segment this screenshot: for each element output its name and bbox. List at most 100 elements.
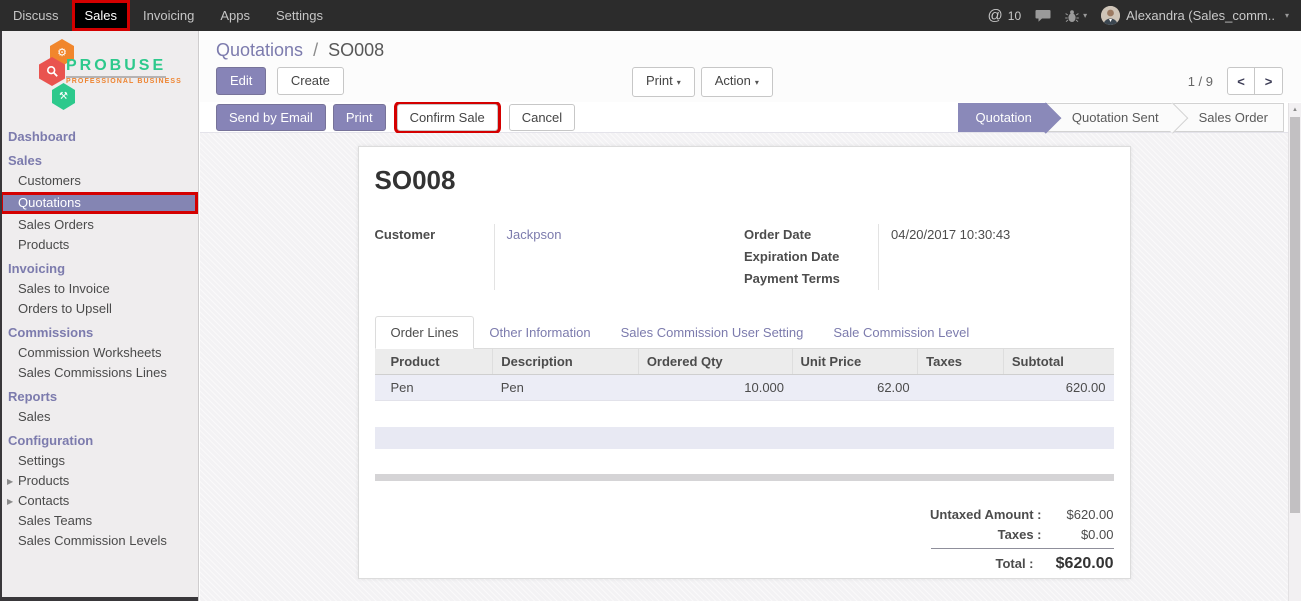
nav-item-settings[interactable]: Settings [263,0,336,31]
column-header-ordered-qty: Ordered Qty [638,349,792,375]
print-button[interactable]: Print [333,104,386,131]
caret-down-icon: ▾ [1083,11,1087,20]
cell-product: Pen [375,375,493,401]
avatar [1101,6,1120,25]
sidebar-item-sales[interactable]: Sales [0,151,198,171]
column-header-taxes: Taxes [918,349,1004,375]
quotation-form-sheet: SO008 Customer Jackpson Order Date E [358,146,1131,579]
action-menus: Print ▾ Action▾ [632,67,773,97]
sidebar-item-label: Products [18,473,69,488]
sidebar-item-configuration[interactable]: Configuration [0,431,198,451]
vertical-scrollbar[interactable]: ▲ [1288,103,1301,601]
caret-down-icon: ▾ [677,78,681,87]
customer-value-link[interactable]: Jackpson [507,224,745,246]
bug-icon [1065,9,1079,23]
window-edge [0,31,2,601]
debug-menu[interactable]: ▾ [1065,9,1087,23]
stage-quotation[interactable]: Quotation [958,103,1047,132]
sidebar-item-orders-to-upsell[interactable]: Orders to Upsell [0,299,198,319]
magnifier-icon [46,65,59,78]
expiration-date-label: Expiration Date [744,246,878,268]
action-menu-label: Action [715,73,751,88]
total-label: Total : [995,552,1033,575]
logo-title: PROBUSE [66,57,166,78]
sidebar-item-sales-orders[interactable]: Sales Orders [0,215,198,235]
nav-item-invoicing[interactable]: Invoicing [130,0,207,31]
scroll-up-button[interactable]: ▲ [1289,103,1301,117]
nav-item-sales[interactable]: Sales [72,0,131,31]
logo-text: PROBUSE PROFESSIONAL BUSINESS [66,57,182,85]
send-by-email-button[interactable]: Send by Email [216,104,326,131]
messages-menu[interactable] [1035,9,1051,23]
print-menu-button[interactable]: Print ▾ [632,67,695,97]
form-statusbar: Send by Email Print Confirm Sale Cancel … [200,102,1301,133]
table-header-row: Product Description Ordered Qty Unit Pri… [375,349,1114,375]
untaxed-amount-label: Untaxed Amount : [930,505,1041,525]
sidebar-item-reports[interactable]: Reports [0,387,198,407]
payment-terms-label: Payment Terms [744,268,878,290]
nav-item-apps[interactable]: Apps [207,0,263,31]
total-value: $620.00 [1034,552,1114,575]
sidebar-item-invoicing[interactable]: Invoicing [0,259,198,279]
sidebar-item-config-contacts[interactable]: ▶ Contacts [0,491,198,511]
totals-separator [931,548,1114,549]
sidebar-item-settings[interactable]: Settings [0,451,198,471]
user-menu[interactable]: Alexandra (Sales_comm.. ▾ [1101,6,1289,25]
breadcrumb-separator: / [313,40,318,60]
record-pager: 1 / 9 < > [1188,67,1283,95]
expand-caret-icon[interactable]: ▶ [7,475,13,489]
sidebar-item-customers[interactable]: Customers [0,171,198,191]
sidebar-item-commissions[interactable]: Commissions [0,323,198,343]
at-mention-icon: @ [988,7,1003,24]
field-group: Customer Jackpson Order Date Expiration … [375,224,1114,290]
edit-button[interactable]: Edit [216,67,266,95]
taxes-value: $0.00 [1042,525,1114,545]
expand-caret-icon[interactable]: ▶ [7,495,13,509]
top-navbar: Discuss Sales Invoicing Apps Settings @ … [0,0,1301,31]
breadcrumb: Quotations / SO008 [216,40,384,61]
triangle-up-icon: ▲ [1292,107,1298,113]
sidebar-item-quotations[interactable]: Quotations [0,192,198,214]
mentions-counter[interactable]: @ 10 [988,7,1022,24]
empty-row-band [375,427,1114,449]
breadcrumb-quotations-link[interactable]: Quotations [216,40,303,60]
sidebar-item-commission-worksheets[interactable]: Commission Worksheets [0,343,198,363]
sidebar: ⚙ ⚒ PROBUSE PROFESSIONAL BUSINESS Dashbo… [0,31,199,601]
sidebar-item-dashboard[interactable]: Dashboard [0,127,198,147]
cell-ordered-qty: 10.000 [638,375,792,401]
stage-quotation-sent[interactable]: Quotation Sent [1047,103,1174,132]
order-line-row[interactable]: Pen Pen 10.000 62.00 620.00 [375,375,1114,401]
confirm-sale-button[interactable]: Confirm Sale [397,104,498,131]
tab-other-information[interactable]: Other Information [474,317,605,348]
sidebar-item-products[interactable]: Products [0,235,198,255]
tab-order-lines[interactable]: Order Lines [375,316,475,349]
form-view-background: SO008 Customer Jackpson Order Date E [200,133,1288,601]
sidebar-item-sales-to-invoice[interactable]: Sales to Invoice [0,279,198,299]
scrollbar-thumb[interactable] [1290,117,1300,513]
action-menu-button[interactable]: Action▾ [701,67,773,97]
customer-label: Customer [375,224,494,246]
sidebar-item-sales-commission-levels[interactable]: Sales Commission Levels [0,531,198,551]
cancel-button[interactable]: Cancel [509,104,575,131]
stage-sales-order[interactable]: Sales Order [1174,103,1284,132]
navbar-systray: @ 10 ▾ [988,0,1301,31]
sidebar-item-label: Contacts [18,493,69,508]
create-button[interactable]: Create [277,67,344,95]
mentions-count: 10 [1008,9,1021,23]
tab-sale-commission-level[interactable]: Sale Commission Level [818,317,984,348]
nav-item-discuss[interactable]: Discuss [0,0,72,31]
prev-record-button[interactable]: < [1227,67,1255,95]
sidebar-item-sales-commissions-lines[interactable]: Sales Commissions Lines [0,363,198,383]
next-record-button[interactable]: > [1255,67,1283,95]
expiration-date-value [891,246,1114,268]
logo-subtitle: PROFESSIONAL BUSINESS [66,78,182,85]
user-name-label: Alexandra (Sales_comm.. [1126,8,1275,23]
cell-unit-price: 62.00 [792,375,918,401]
caret-down-icon: ▾ [1285,11,1289,20]
probuse-logo: ⚙ ⚒ PROBUSE PROFESSIONAL BUSINESS [0,37,198,117]
tab-sales-commission-user-setting[interactable]: Sales Commission User Setting [606,317,819,348]
sidebar-item-config-products[interactable]: ▶ Products [0,471,198,491]
sidebar-item-reports-sales[interactable]: Sales [0,407,198,427]
sidebar-item-sales-teams[interactable]: Sales Teams [0,511,198,531]
print-menu-label: Print [646,73,673,88]
